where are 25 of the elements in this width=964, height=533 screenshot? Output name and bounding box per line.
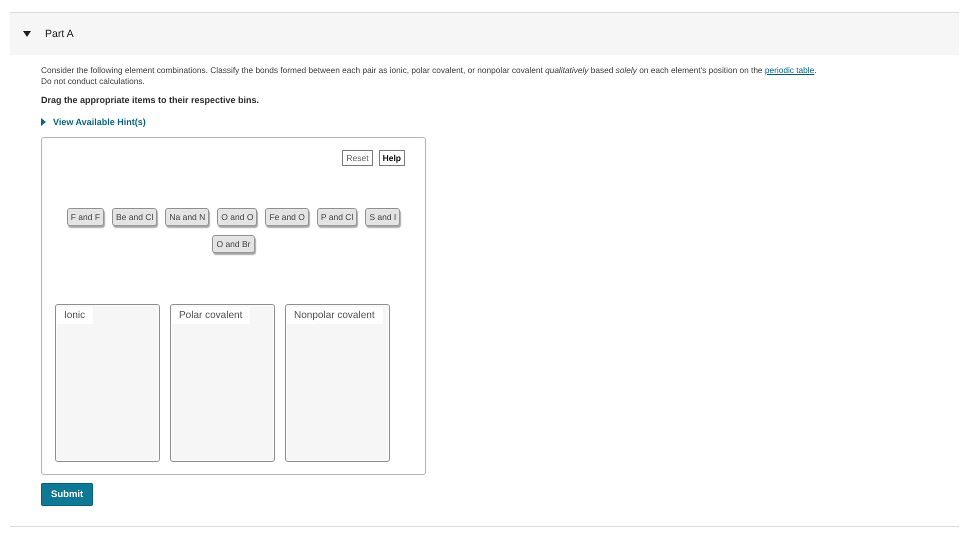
help-button[interactable]: Help bbox=[378, 150, 405, 166]
periodic-table-link[interactable]: periodic table bbox=[764, 65, 814, 75]
draggable-item[interactable]: Na and N bbox=[165, 208, 210, 226]
bin-label: Polar covalent bbox=[171, 307, 250, 324]
caret-icon[interactable] bbox=[41, 118, 46, 126]
draggable-item[interactable]: P and Cl bbox=[316, 208, 358, 226]
reset-button[interactable]: Reset bbox=[342, 150, 373, 166]
caret-icon[interactable] bbox=[23, 31, 31, 37]
draggable-item[interactable]: O and Br bbox=[212, 235, 255, 253]
drop-bin[interactable]: Ionic bbox=[55, 304, 160, 462]
drop-bin[interactable]: Nonpolar covalent bbox=[285, 304, 390, 462]
draggable-item[interactable]: O and O bbox=[217, 208, 258, 226]
question-text: Consider the following element combinations. Classify the bonds formed between each pair as ionic, polar covalent, or nonpolar covalent qualitatively based solely on each element's position on the periodic table. bbox=[41, 64, 818, 76]
part-title: Part A bbox=[45, 28, 74, 40]
bin-label: Ionic bbox=[56, 307, 94, 324]
draggable-item[interactable]: S and I bbox=[365, 208, 400, 226]
bin-label: Nonpolar covalent bbox=[286, 307, 383, 324]
instruction-text: Drag the appropriate items to their respective bins. bbox=[41, 95, 260, 105]
drop-bin[interactable]: Polar covalent bbox=[170, 304, 275, 462]
draggable-item[interactable]: Be and Cl bbox=[112, 208, 158, 226]
submit-button[interactable]: Submit bbox=[41, 483, 94, 506]
hint-link[interactable]: View Available Hint(s) bbox=[53, 117, 146, 127]
draggable-item[interactable]: F and F bbox=[66, 208, 104, 226]
draggable-item[interactable]: Fe and O bbox=[265, 208, 309, 226]
note-text: Do not conduct calculations. bbox=[41, 76, 146, 87]
